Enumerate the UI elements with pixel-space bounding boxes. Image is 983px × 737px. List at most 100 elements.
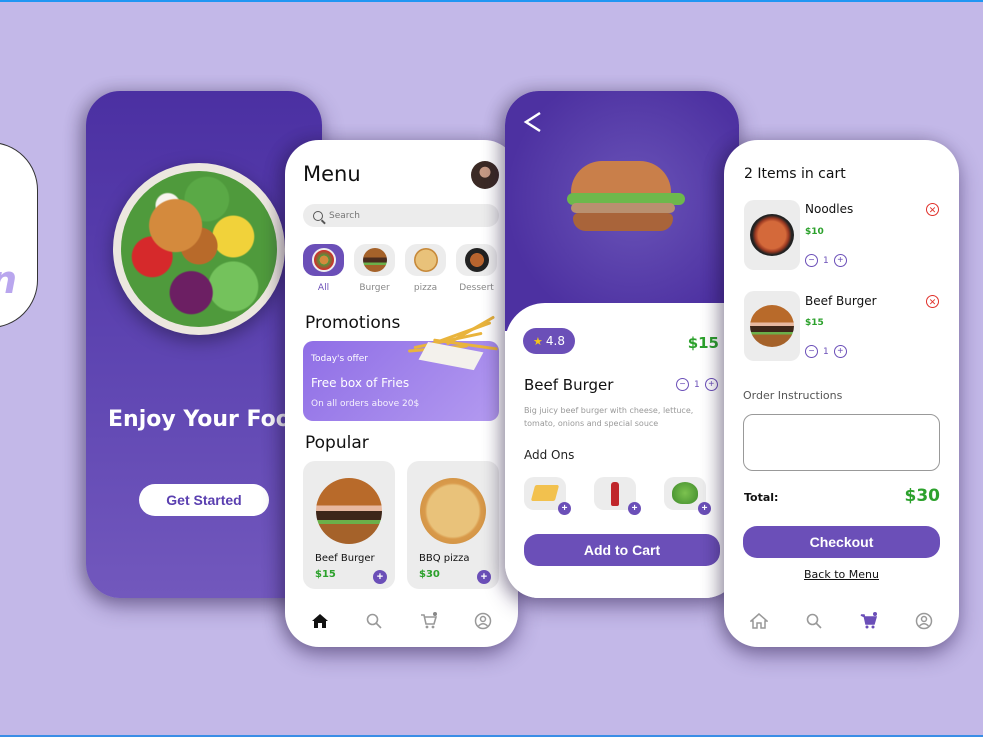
remove-item-button[interactable]: ✕ [926,203,939,216]
nav-profile[interactable] [912,609,936,633]
addons-heading: Add Ons [524,448,575,462]
product-detail-screen: ★ 4.8 $15 Beef Burger − 1 + Big juicy be… [505,91,739,598]
top-border [0,0,983,2]
increment-button[interactable]: + [833,345,847,358]
decrement-button[interactable]: − [805,345,818,358]
get-started-button[interactable]: Get Started [139,484,269,516]
rating-badge: ★ 4.8 [523,328,575,354]
quantity-stepper: − 1 + [805,254,847,267]
search-input[interactable] [329,210,479,221]
ketchup-icon [611,482,619,506]
product-name: Beef Burger [524,376,614,394]
category-label: pizza [413,283,438,293]
splash-title: Enjoy Your Food [108,407,307,432]
rating-value: 4.8 [545,334,565,348]
decrement-button[interactable]: − [805,254,818,267]
item-price: $15 [315,569,336,580]
checkout-button[interactable]: Checkout [743,526,940,558]
search-icon [367,613,382,629]
dessert-icon [464,248,489,272]
home-icon [750,613,769,629]
order-instructions-label: Order Instructions [743,389,843,402]
promo-note: On all orders above 20$ [311,399,420,409]
cart-item-image [744,200,800,270]
increment-button[interactable]: + [833,254,847,267]
item-name: BBQ pizza [419,553,470,564]
cart-screen: 2 Items in cart Noodles $10 − 1 + ✕ Beef… [724,140,959,647]
remove-item-button[interactable]: ✕ [926,295,939,308]
detail-header [505,91,739,331]
popular-heading: Popular [305,433,369,453]
menu-screen: Menu All Burger pizza Dessert Promotions [285,140,518,647]
cart-item-name: Noodles [805,202,854,216]
nav-home[interactable] [747,609,771,633]
cart-item-price: $15 [805,318,824,328]
cart-icon [420,612,437,629]
burger-icon [362,248,387,272]
nav-home[interactable] [308,609,332,633]
addon-lettuce[interactable]: + [664,477,711,515]
home-icon [312,614,329,628]
quantity-stepper: − 1 + [805,345,847,358]
category-all[interactable]: All [303,244,344,293]
cart-item-image [744,291,800,361]
search-bar[interactable] [303,204,499,227]
page-title: Menu [303,162,361,186]
salad-icon [311,248,336,272]
add-to-cart-button[interactable]: Add to Cart [524,534,720,566]
category-label: Burger [359,283,390,293]
nav-cart[interactable] [417,609,441,633]
category-label: All [317,283,330,293]
category-dessert[interactable]: Dessert [456,244,497,293]
star-icon: ★ [533,334,543,348]
total-value: $30 [904,486,941,506]
addon-ketchup[interactable]: + [594,477,641,515]
profile-icon [915,612,932,630]
order-instructions-input[interactable] [743,414,940,471]
item-name: Beef Burger [315,553,375,564]
add-addon-button[interactable]: + [628,502,641,515]
search-icon [313,210,323,221]
salad-bowl-image [113,163,285,335]
nav-cart[interactable] [857,609,881,633]
bottom-nav [285,601,518,647]
decrement-button[interactable]: − [676,378,689,391]
category-label: Dessert [459,283,494,293]
add-item-button[interactable]: + [477,570,491,584]
category-pizza[interactable]: pizza [405,244,446,293]
bottom-nav [724,601,959,647]
addon-cheese[interactable]: + [524,477,571,515]
popular-item[interactable]: BBQ pizza $30 + [407,461,499,589]
nav-search[interactable] [802,609,826,633]
nav-search[interactable] [362,609,386,633]
search-icon [806,613,822,629]
total-label: Total: [744,491,779,504]
burger-image [316,478,382,544]
add-addon-button[interactable]: + [698,502,711,515]
add-addon-button[interactable]: + [558,502,571,515]
category-burger[interactable]: Burger [354,244,395,293]
back-arrow-icon[interactable] [523,111,543,133]
burger-image [750,305,794,347]
nav-profile[interactable] [471,609,495,633]
back-to-menu-link[interactable]: Back to Menu [724,568,959,581]
cart-icon [860,612,877,629]
quantity-value: 1 [823,255,829,266]
profile-icon [474,612,492,630]
avatar[interactable] [471,161,499,189]
increment-button[interactable]: + [704,378,718,391]
cart-item-price: $10 [805,227,824,237]
cart-title: 2 Items in cart [744,166,846,182]
quantity-stepper: − 1 + [676,378,718,391]
lettuce-icon [672,482,698,504]
product-description: Big juicy beef burger with cheese, lettu… [524,406,694,428]
promo-banner[interactable]: Today's offer Free box of Fries On all o… [303,315,499,421]
add-item-button[interactable]: + [373,570,387,584]
fries-image [403,315,503,371]
partial-card-letter: n [0,258,17,302]
burger-hero-image [567,161,685,239]
popular-item[interactable]: Beef Burger $15 + [303,461,395,589]
promo-headline: Free box of Fries [311,376,410,390]
category-list: All Burger pizza Dessert [303,244,497,293]
product-price: $15 [687,334,719,352]
